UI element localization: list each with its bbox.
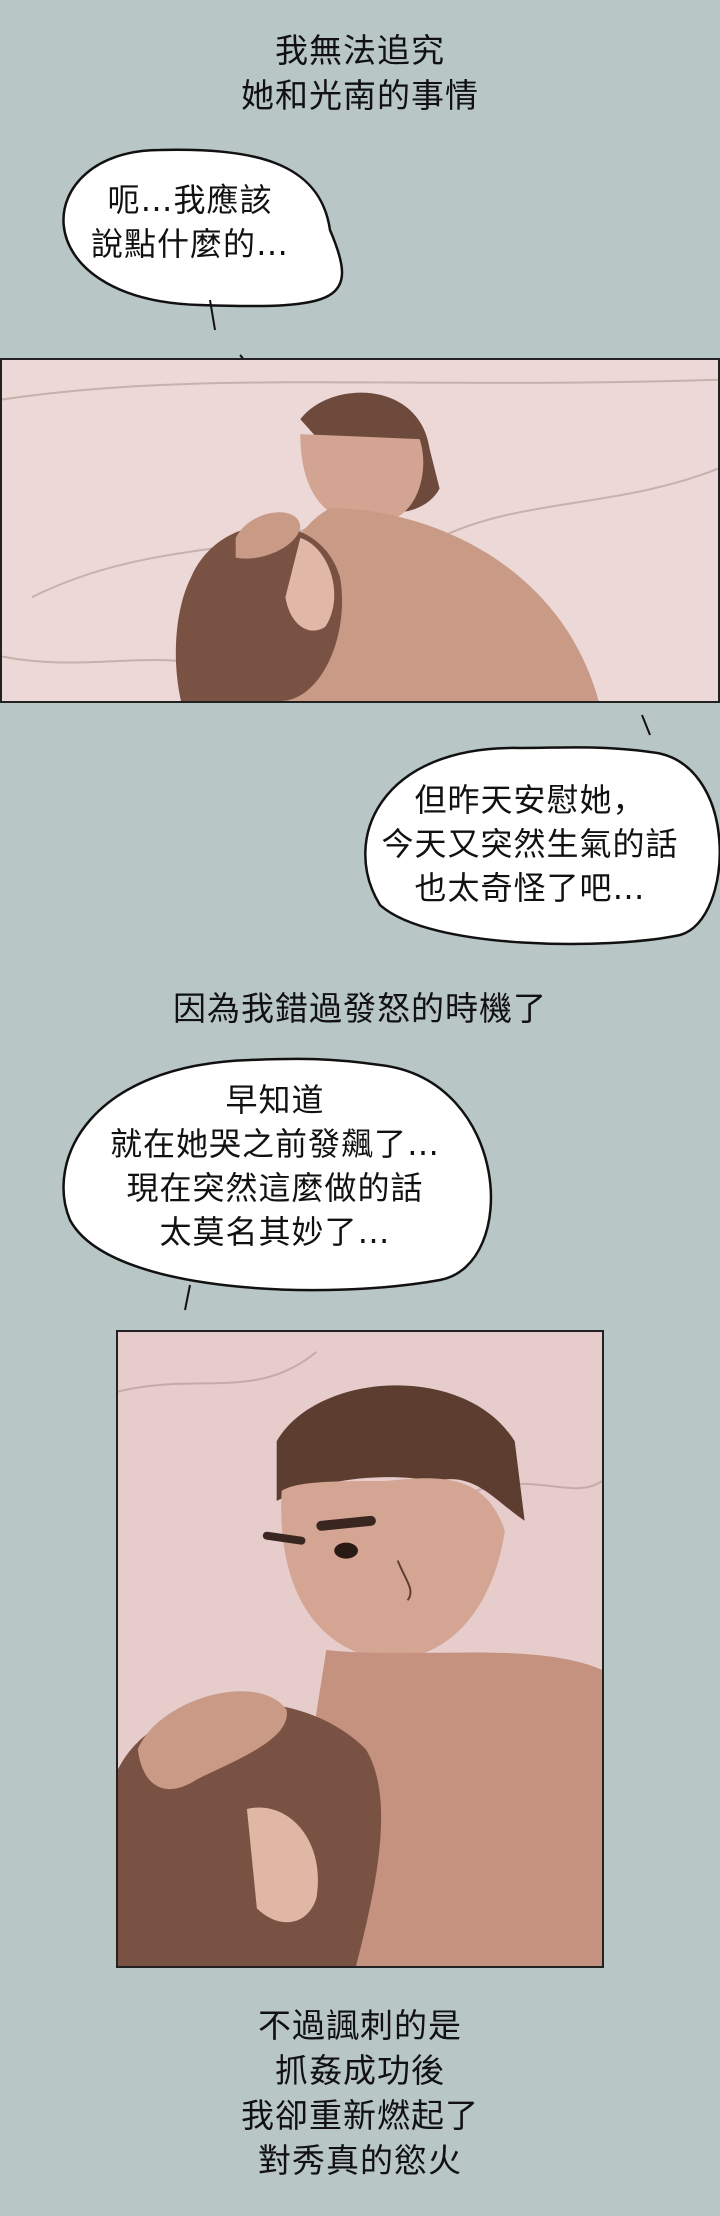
- bubble-line: 早知道: [225, 1081, 325, 1119]
- narration-line: 抓姦成功後: [275, 2051, 445, 2090]
- bubble-2-text: 但昨天安慰她， 今天又突然生氣的話 也太奇怪了吧…: [340, 778, 720, 910]
- narration-line: 不過諷刺的是: [258, 2006, 462, 2045]
- panel-1-art: [2, 360, 718, 701]
- bubble-line: 今天又突然生氣的話: [381, 825, 679, 863]
- bubble-line: 就在她哭之前發飆了…: [109, 1125, 440, 1163]
- bubble-3-text: 早知道 就在她哭之前發飆了… 現在突然這麼做的話 太莫名其妙了…: [55, 1078, 495, 1254]
- bubble-line: 現在突然這麼做的話: [126, 1169, 424, 1207]
- comic-panel-1: [0, 358, 720, 703]
- narration-line: 我卻重新燃起了: [241, 2096, 479, 2135]
- bubble-line: 但昨天安慰她，: [414, 781, 646, 819]
- narration-top: 我無法追究 她和光南的事情: [0, 28, 720, 118]
- narration-line: 因為我錯過發怒的時機了: [173, 989, 547, 1028]
- bubble-line: 也太奇怪了吧…: [414, 869, 646, 907]
- narration-line: 我無法追究: [275, 31, 445, 70]
- panel-2-art: [118, 1332, 602, 1966]
- narration-bottom: 不過諷刺的是 抓姦成功後 我卻重新燃起了 對秀真的慾火: [0, 2003, 720, 2183]
- narration-line: 她和光南的事情: [241, 76, 479, 115]
- bubble-line: 說點什麼的…: [90, 225, 289, 263]
- bubble-line: 呃…我應該: [107, 181, 273, 219]
- bubble-line: 太莫名其妙了…: [159, 1213, 391, 1251]
- narration-line: 對秀真的慾火: [258, 2141, 462, 2180]
- bubble-1-text: 呃…我應該 說點什麼的…: [60, 178, 320, 266]
- narration-middle: 因為我錯過發怒的時機了: [0, 986, 720, 1031]
- comic-panel-2: [116, 1330, 604, 1968]
